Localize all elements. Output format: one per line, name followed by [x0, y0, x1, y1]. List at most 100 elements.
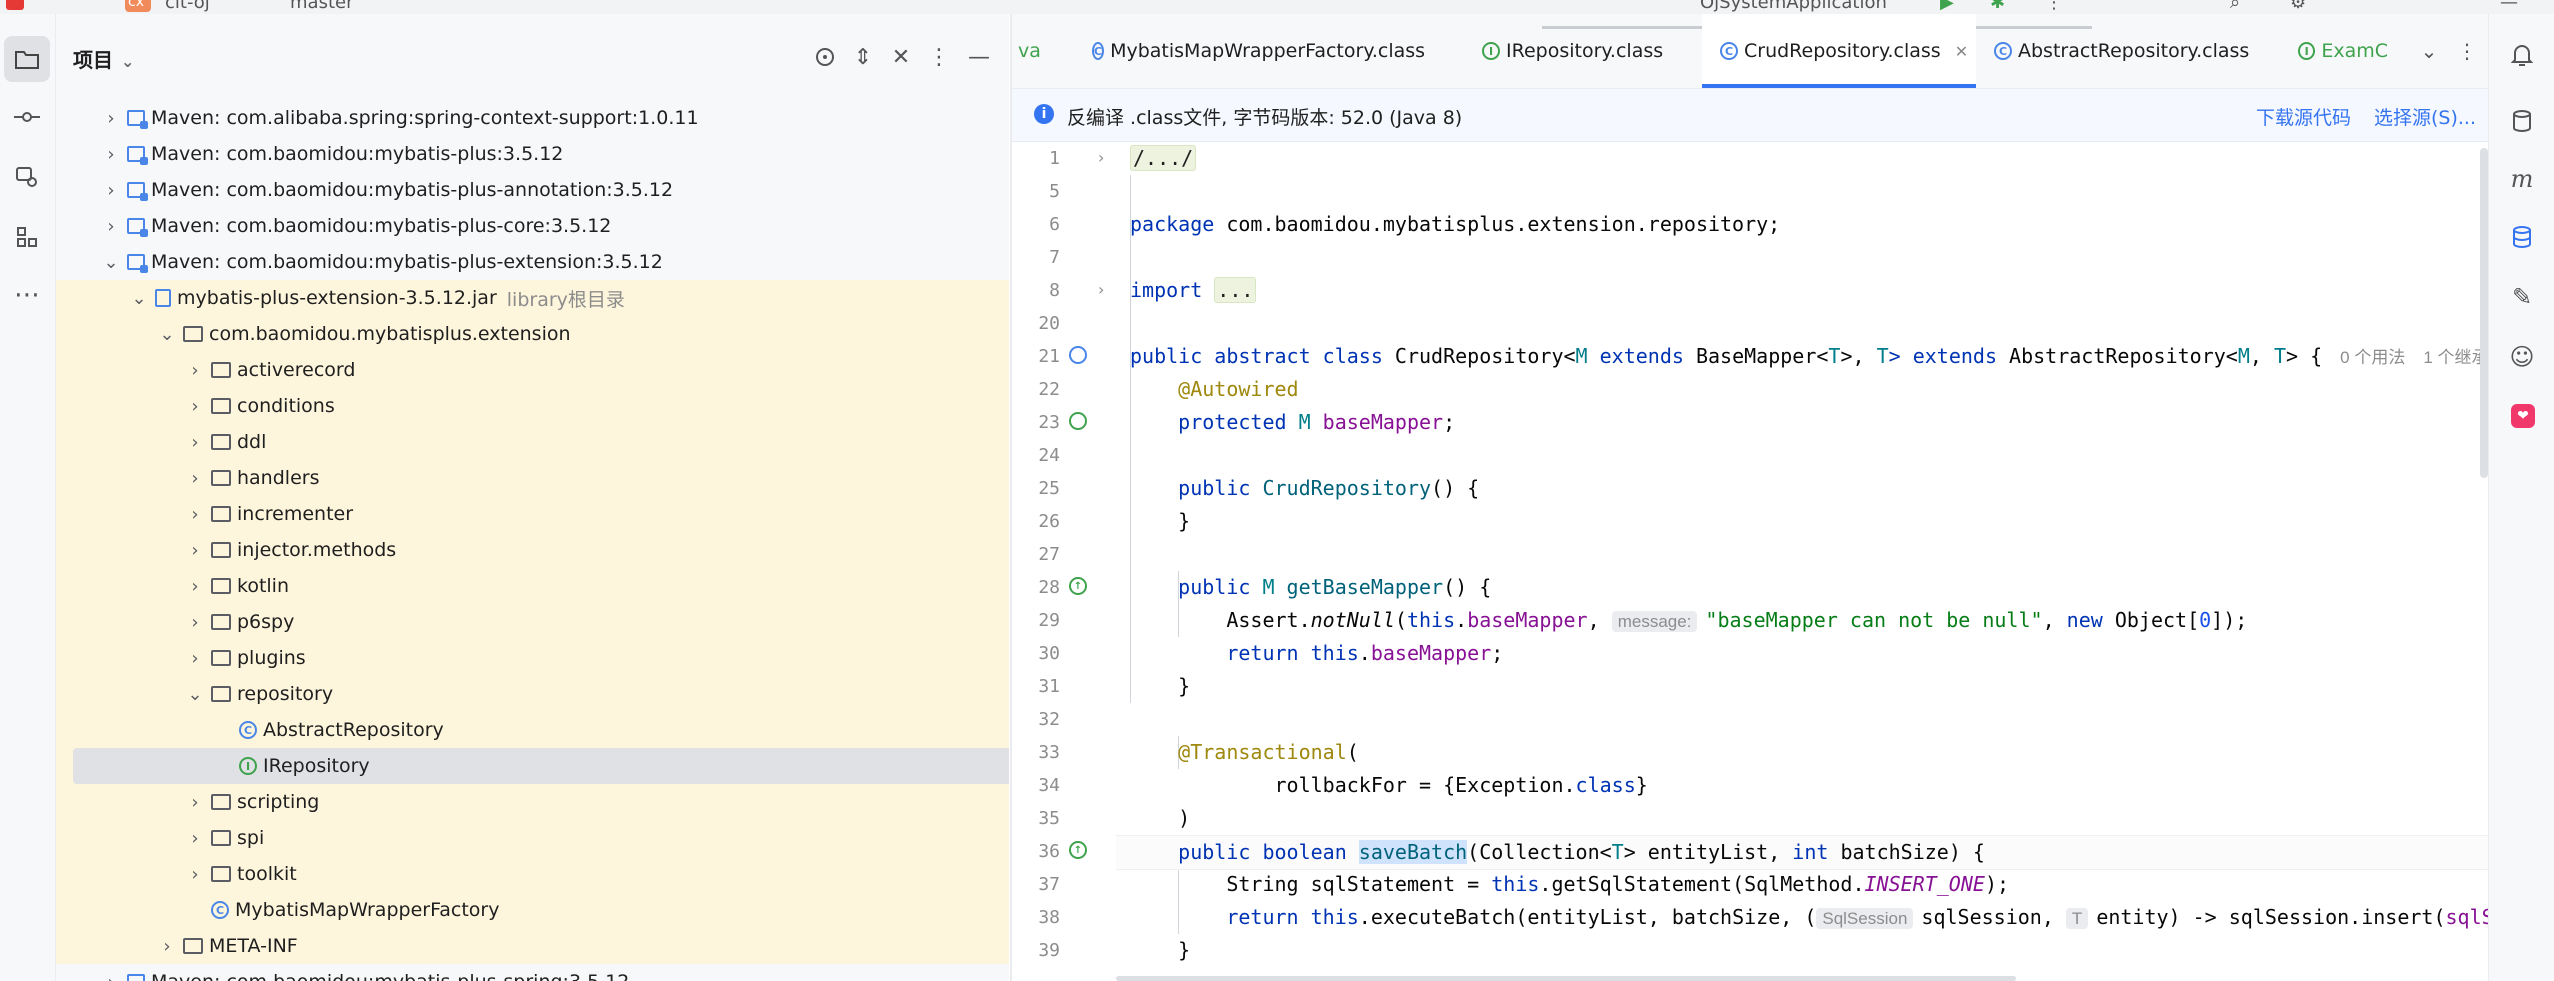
locate-icon[interactable]	[808, 40, 842, 74]
tree-row[interactable]: › toolkit	[56, 856, 1009, 892]
chevron-down-icon[interactable]: ⌄	[101, 252, 121, 273]
tree-row[interactable]: C MybatisMapWrapperFactory	[56, 892, 1009, 928]
tree-row[interactable]: › Maven: com.baomidou:mybatis-plus:3.5.12	[56, 136, 1009, 172]
tree-row[interactable]: › ddl	[56, 424, 1009, 460]
chevron-right-icon[interactable]: ›	[185, 864, 205, 885]
tab-abstract-repository[interactable]: C AbstractRepository.class	[1994, 14, 2254, 88]
run-icon[interactable]: ▶	[1940, 0, 1954, 13]
window-minimize-icon[interactable]: —	[2500, 0, 2518, 13]
tree-row[interactable]: › META-INF	[56, 928, 1009, 964]
chevron-right-icon[interactable]: ›	[101, 180, 121, 201]
tab-irepository[interactable]: I IRepository.class	[1482, 14, 1672, 88]
options-icon[interactable]: ⋮	[922, 40, 956, 74]
chevron-right-icon[interactable]: ›	[185, 648, 205, 669]
editor-scrollbar[interactable]	[2480, 148, 2488, 478]
implemented-icon[interactable]	[1069, 346, 1087, 364]
chevron-right-icon[interactable]: ›	[185, 540, 205, 561]
tree-row[interactable]: C AbstractRepository	[56, 712, 1009, 748]
tab-exam-partial[interactable]: I ExamC	[2298, 14, 2388, 88]
tree-row[interactable]: › p6spy	[56, 604, 1009, 640]
chevron-right-icon[interactable]: ›	[185, 468, 205, 489]
tree-row[interactable]: › incrementer	[56, 496, 1009, 532]
project-name[interactable]: cit-oj	[165, 0, 210, 13]
debug-icon[interactable]: ✱	[1990, 0, 2005, 13]
chevron-right-icon[interactable]: ›	[185, 792, 205, 813]
project-panel-title[interactable]: 项目 ⌄	[73, 44, 134, 73]
tree-row[interactable]: › plugins	[56, 640, 1009, 676]
chevron-right-icon[interactable]: ›	[185, 612, 205, 633]
tree-row[interactable]: › scripting	[56, 784, 1009, 820]
chevron-right-icon[interactable]: ›	[185, 828, 205, 849]
tree-row[interactable]: › Maven: com.alibaba.spring:spring-contex…	[56, 100, 1009, 136]
more-tools-icon[interactable]: ⋯	[4, 272, 50, 318]
tree-row[interactable]: › activerecord	[56, 352, 1009, 388]
chevron-right-icon[interactable]: ›	[101, 108, 121, 129]
download-source-link[interactable]: 下载源代码	[2256, 103, 2351, 130]
tree-row[interactable]: › Maven: com.baomidou:mybatis-plus-spring…	[56, 964, 1009, 981]
tree-row[interactable]: › spi	[56, 820, 1009, 856]
folder-icon	[211, 542, 231, 558]
run-config-name[interactable]: OjSystemApplication	[1700, 0, 1887, 13]
folded-region[interactable]: ...	[1214, 277, 1257, 303]
copilot-icon[interactable]: ☺	[2501, 336, 2543, 378]
tree-row[interactable]: › Maven: com.baomidou:mybatis-plus-annota…	[56, 172, 1009, 208]
pull-requests-icon[interactable]	[4, 154, 50, 200]
tree-row[interactable]: › Maven: com.baomidou:mybatis-plus-core:3…	[56, 208, 1009, 244]
hide-panel-icon[interactable]: —	[962, 40, 996, 74]
chevron-down-icon[interactable]: ⌄	[157, 324, 177, 345]
line-gutter[interactable]: 1 5 6 7 8 20 21 22 23 24 25 26 27 28 29 …	[1012, 142, 1116, 981]
tab-crud-repository[interactable]: C CrudRepository.class ✕	[1702, 14, 1976, 88]
tree-row-selected[interactable]: I IRepository	[56, 748, 1009, 784]
tree-row[interactable]: › injector.methods	[56, 532, 1009, 568]
branch-name[interactable]: master	[290, 0, 353, 13]
tab-mybatis-map-wrapper-factory[interactable]: C MybatisMapWrapperFactory.class	[1092, 14, 1425, 88]
tree-row[interactable]: ⌄ repository	[56, 676, 1009, 712]
database-layers-icon[interactable]	[2501, 216, 2543, 258]
tab-partial[interactable]: va	[1012, 14, 1078, 88]
search-icon[interactable]: ⌕	[2230, 0, 2240, 13]
chevron-right-icon[interactable]: ›	[157, 936, 177, 957]
chevron-right-icon[interactable]: ›	[101, 144, 121, 165]
fold-toggle-icon[interactable]: ›	[1098, 148, 1104, 167]
close-icon[interactable]: ✕	[1955, 42, 1968, 61]
fold-toggle-icon[interactable]: ›	[1098, 280, 1104, 299]
settings-icon[interactable]: ⚙	[2290, 0, 2306, 13]
more-tabs-icon[interactable]: ⋮	[2452, 34, 2482, 68]
database-icon[interactable]	[2501, 100, 2543, 142]
code-area[interactable]: /.../ package com.baomidou.mybatisplus.e…	[1116, 142, 2488, 981]
collapse-all-icon[interactable]: ✕	[884, 40, 918, 74]
expand-all-icon[interactable]: ⇕	[846, 40, 880, 74]
project-tool-icon[interactable]	[4, 36, 50, 82]
tree-row[interactable]: › handlers	[56, 460, 1009, 496]
chevron-right-icon[interactable]: ›	[185, 576, 205, 597]
tree-row[interactable]: › conditions	[56, 388, 1009, 424]
maven-icon[interactable]: m	[2501, 158, 2543, 200]
chevron-right-icon[interactable]: ›	[185, 432, 205, 453]
chevron-right-icon[interactable]: ›	[101, 972, 121, 981]
bean-icon[interactable]	[1069, 412, 1087, 430]
chevron-down-icon[interactable]: ⌄	[185, 684, 205, 705]
chevron-down-icon[interactable]: ⌄	[129, 288, 149, 309]
chevron-right-icon[interactable]: ›	[185, 504, 205, 525]
highlighted-identifier[interactable]: saveBatch	[1358, 840, 1468, 864]
overrides-icon[interactable]: ↑	[1069, 577, 1087, 595]
editor-horizontal-scrollbar[interactable]	[1116, 976, 2016, 981]
chevron-down-icon[interactable]: ⌄	[2414, 34, 2444, 68]
choose-source-link[interactable]: 选择源(S)...	[2374, 103, 2476, 130]
more-actions-icon[interactable]: ⋮	[2045, 0, 2063, 13]
tree-row[interactable]: ⌄ com.baomidou.mybatisplus.extension	[56, 316, 1009, 352]
chevron-right-icon[interactable]: ›	[185, 396, 205, 417]
folded-region[interactable]: /.../	[1130, 145, 1197, 171]
tree-row[interactable]: ⌄ Maven: com.baomidou:mybatis-plus-extens…	[56, 244, 1009, 280]
chevron-right-icon[interactable]: ›	[101, 216, 121, 237]
plugin-icon[interactable]: ❤	[2511, 404, 2535, 428]
notifications-icon[interactable]	[2501, 34, 2543, 76]
tree-row[interactable]: › kotlin	[56, 568, 1009, 604]
overrides-icon[interactable]: ↑	[1069, 841, 1087, 859]
ai-assistant-icon[interactable]: ✎	[2501, 276, 2543, 318]
commit-icon[interactable]	[4, 94, 50, 140]
usage-hint[interactable]: 0 个用法	[2340, 348, 2405, 367]
structure-icon[interactable]	[4, 214, 50, 260]
chevron-right-icon[interactable]: ›	[185, 360, 205, 381]
tree-row[interactable]: ⌄ mybatis-plus-extension-3.5.12.jar librar…	[56, 280, 1009, 316]
